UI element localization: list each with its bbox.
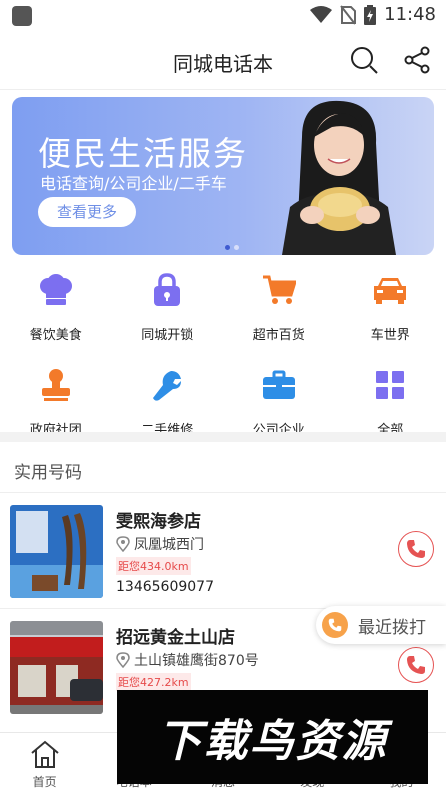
wrench-icon [153,371,182,401]
category-locksmith[interactable]: 同城开锁 [112,270,224,343]
search-button[interactable] [348,44,380,76]
shop-thumbnail [10,505,103,598]
lock-icon [154,273,181,306]
distance-badge: 距您427.2km [116,673,191,691]
phone-icon [407,540,425,558]
search-icon [351,47,378,74]
tab-home[interactable]: 首页 [0,733,89,794]
share-icon [404,46,430,74]
shop-name: 雯熙海参店 [116,512,201,532]
watermark-text: 下载鸟资源 [157,716,388,767]
app-notification-icon [12,6,32,26]
call-button[interactable] [398,531,434,567]
shop-name: 招远黄金土山店 [116,628,235,648]
call-button[interactable] [398,647,434,683]
category-label: 超市百货 [252,328,305,343]
distance-badge: 距您434.0km [116,557,191,575]
status-bar: 11:48 [0,0,446,32]
location-pin-icon [116,652,130,668]
category-repair[interactable]: 二手维修 [112,365,224,438]
list-item[interactable]: 雯熙海参店 凤凰城西门 距您434.0km 13465609077 [0,493,446,609]
category-grid: 餐饮美食 同城开锁 超市百货 车世界 政府社团 二手维修 公司企业 全部 [0,270,446,438]
banner-woman-image [282,100,396,255]
watermark: 下载鸟资源 [117,690,428,784]
category-label: 车世界 [370,328,410,343]
cart-icon [262,275,296,304]
battery-icon [364,4,377,25]
category-supermarket[interactable]: 超市百货 [223,270,335,343]
share-button[interactable] [401,44,433,76]
app-screen: 11:48 同城电话本 便民生活服务 电话查询/公司企业/二手车 查看更多 餐饮… [0,0,446,794]
shop-thumbnail [10,621,103,714]
car-icon [374,278,407,304]
category-dining[interactable]: 餐饮美食 [0,270,112,343]
recent-calls-label: 最近拨打 [358,617,426,638]
shop-address-text: 土山镇雄鹰街870号 [134,653,259,669]
category-label: 餐饮美食 [29,328,82,343]
pager-dot[interactable] [234,245,239,250]
banner-title: 便民生活服务 [38,134,248,173]
grid-icon [376,371,405,399]
category-all[interactable]: 全部 [335,365,446,438]
promo-banner[interactable]: 便民生活服务 电话查询/公司企业/二手车 查看更多 [12,97,434,255]
section-title: 实用号码 [14,463,82,483]
tab-label: 首页 [32,775,57,789]
shop-phone: 13465609077 [116,579,214,595]
shop-address-text: 凤凰城西门 [134,537,204,553]
recent-calls-button[interactable]: 最近拨打 [316,606,446,644]
section-divider [0,432,446,442]
category-companies[interactable]: 公司企业 [223,365,335,438]
banner-subtitle: 电话查询/公司企业/二手车 [40,174,227,193]
home-icon [30,740,59,768]
app-header: 同城电话本 [0,32,446,90]
category-government[interactable]: 政府社团 [0,365,112,438]
category-cars[interactable]: 车世界 [335,270,446,343]
location-pin-icon [116,536,130,552]
view-more-button[interactable]: 查看更多 [38,197,136,227]
phone-icon [322,612,348,638]
no-sim-icon [340,4,357,25]
pager-dot[interactable] [225,245,230,250]
clock: 11:48 [384,4,436,25]
wifi-icon [310,5,333,23]
banner-pager [225,245,239,250]
phone-icon [407,656,425,674]
shop-address: 土山镇雄鹰街870号 [116,650,259,670]
category-label: 同城开锁 [141,328,194,343]
stamp-icon [41,369,70,401]
shop-address: 凤凰城西门 [116,534,204,554]
briefcase-icon [262,370,295,399]
chef-hat-icon [39,274,72,305]
